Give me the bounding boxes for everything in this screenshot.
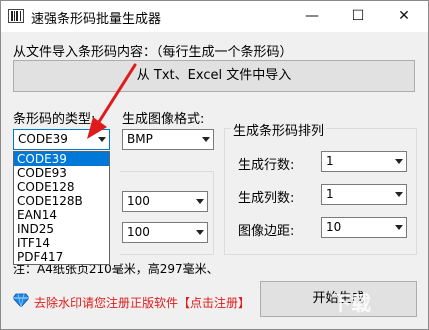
chevron-down-icon[interactable] xyxy=(395,192,403,197)
margin-select[interactable]: 10 xyxy=(321,217,407,238)
barcode-type-dropdown-list[interactable]: CODE39 CODE93 CODE128 CODE128B EAN14 IND… xyxy=(13,151,110,265)
import-file-button[interactable]: 从 Txt、Excel 文件中导入 xyxy=(13,60,415,92)
layout-group-title: 生成条形码排列 xyxy=(231,120,327,139)
cols-label: 生成列数: xyxy=(238,191,295,206)
rows-value: 1 xyxy=(326,154,334,168)
register-link[interactable]: 去除水印请您注册正版软件【点击注册】 xyxy=(34,294,250,311)
dropdown-option[interactable]: ITF14 xyxy=(14,236,109,250)
close-button[interactable]: ✕ xyxy=(381,1,427,32)
dropdown-option[interactable]: IND25 xyxy=(14,222,109,236)
diamond-icon xyxy=(13,293,29,307)
barcode-app-icon xyxy=(8,9,24,23)
download-watermark: 下载 xyxy=(331,291,371,315)
dropdown-option[interactable]: PDF417 xyxy=(14,250,109,264)
dropdown-option[interactable]: CODE128B xyxy=(14,194,109,208)
cols-select[interactable]: 1 xyxy=(321,184,407,205)
chevron-down-icon[interactable] xyxy=(202,137,210,142)
import-label: 从文件导入条形码内容：（每行生成一个条形码） xyxy=(13,45,293,60)
cols-value: 1 xyxy=(326,187,334,201)
dropdown-option[interactable]: EAN14 xyxy=(14,208,109,222)
dropdown-option[interactable]: CODE93 xyxy=(14,166,109,180)
width-select[interactable]: 100 xyxy=(122,191,208,212)
chevron-down-icon[interactable] xyxy=(196,230,204,235)
height-value: 100 xyxy=(127,225,150,239)
dropdown-option[interactable]: CODE39 xyxy=(14,152,109,166)
chevron-down-icon[interactable] xyxy=(395,225,403,230)
height-select[interactable]: 100 xyxy=(122,222,208,243)
rows-select[interactable]: 1 xyxy=(321,151,407,172)
dropdown-shadow xyxy=(110,151,120,265)
margin-value: 10 xyxy=(326,220,342,234)
main-window: 速强条形码批量生成器 — ☐ ✕ 从文件导入条形码内容：（每行生成一个条形码） … xyxy=(0,0,429,330)
red-arrow-annotation xyxy=(87,63,137,139)
chevron-down-icon[interactable] xyxy=(395,159,403,164)
rows-label: 生成行数: xyxy=(238,158,295,173)
dropdown-option[interactable]: CODE128 xyxy=(14,180,109,194)
margin-label: 图像边距: xyxy=(238,224,295,239)
title-bar: 速强条形码批量生成器 — ☐ ✕ xyxy=(1,1,428,32)
barcode-type-value: CODE39 xyxy=(18,132,68,146)
width-value: 100 xyxy=(127,194,150,208)
chevron-down-icon[interactable] xyxy=(196,199,204,204)
minimize-button[interactable]: — xyxy=(289,1,335,32)
window-title: 速强条形码批量生成器 xyxy=(31,12,162,27)
maximize-button[interactable]: ☐ xyxy=(335,1,381,32)
